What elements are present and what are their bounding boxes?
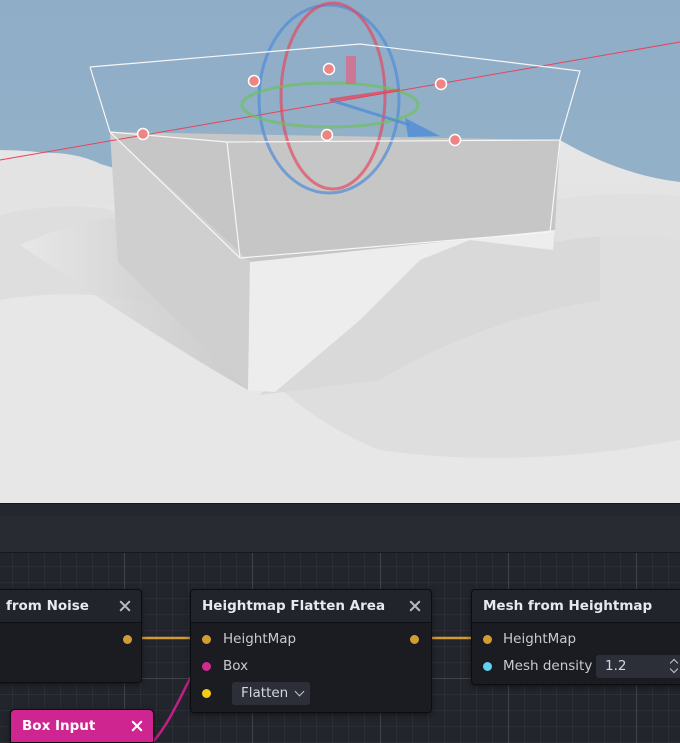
input-label-box: Box (223, 658, 249, 674)
box-resize-handle[interactable] (136, 127, 150, 141)
input-port-heightmap[interactable] (202, 635, 211, 644)
node-heightmap-from-noise[interactable]: from Noise (0, 589, 142, 683)
node-graph-editor[interactable]: from Noise Heightmap Flatten Area Height… (0, 553, 680, 743)
node-title: Box Input (22, 718, 96, 734)
node-title: Heightmap Flatten Area (202, 598, 386, 614)
spin-arrows-icon[interactable] (669, 658, 679, 675)
box-resize-handle[interactable] (448, 133, 462, 147)
input-port-mode[interactable] (202, 689, 211, 698)
input-label-heightmap: HeightMap (223, 631, 297, 647)
close-icon[interactable] (407, 598, 423, 614)
mesh-density-value: 1.2 (605, 658, 627, 674)
node-mesh-from-heightmap[interactable]: Mesh from Heightmap HeightMap Mesh densi… (471, 589, 680, 685)
close-icon[interactable] (129, 718, 145, 734)
input-label-heightmap: HeightMap (503, 631, 577, 647)
box-resize-handle[interactable] (320, 128, 334, 142)
chevron-down-icon (294, 686, 305, 697)
graph-toolbar (0, 516, 680, 553)
input-label-mesh-density: Mesh density (503, 658, 593, 674)
box-resize-handle[interactable] (434, 77, 448, 91)
3d-viewport[interactable] (0, 0, 680, 503)
mode-dropdown-value: Flatten (241, 685, 289, 701)
input-port-mesh-density[interactable] (483, 662, 492, 671)
node-title: Mesh from Heightmap (483, 598, 653, 614)
node-heightmap-flatten-area[interactable]: Heightmap Flatten Area HeightMap Box Fla… (190, 589, 432, 713)
box-resize-handle[interactable] (247, 74, 261, 88)
output-port-heightmap[interactable] (410, 635, 419, 644)
output-port-heightmap[interactable] (123, 635, 132, 644)
box-resize-handle[interactable] (322, 62, 336, 76)
back-right-hill (555, 193, 680, 242)
terrain-scene[interactable] (0, 0, 680, 503)
mode-dropdown[interactable]: Flatten (232, 682, 311, 705)
input-port-box[interactable] (202, 662, 211, 671)
panel-splitter[interactable] (0, 503, 680, 516)
input-port-heightmap[interactable] (483, 635, 492, 644)
mesh-density-spinbox[interactable]: 1.2 (596, 655, 680, 678)
close-icon[interactable] (117, 598, 133, 614)
node-title: from Noise (6, 598, 89, 614)
gizmo-y-handle[interactable] (346, 56, 356, 84)
node-box-input[interactable]: Box Input (10, 709, 154, 743)
